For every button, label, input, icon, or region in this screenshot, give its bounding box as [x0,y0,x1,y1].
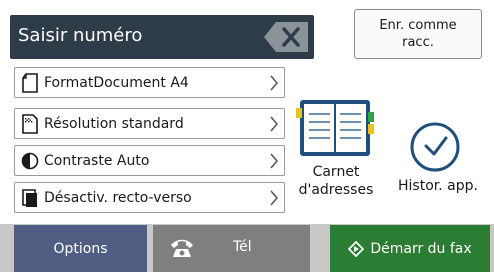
chevron-right-icon [270,75,278,91]
document-icon [22,72,38,93]
chevron-right-icon [270,190,278,206]
chevron-right-icon [270,116,278,132]
address-book-label[interactable]: Carnet d'adresses [286,163,386,199]
phone-icon [171,239,193,257]
clock-icon[interactable] [408,120,462,174]
setting-row-duplex[interactable]: Désactiv. recto-verso [14,182,285,213]
setting-label-duplex: Désactiv. recto-verso [44,189,192,206]
options-button[interactable]: Options [14,225,147,272]
tel-button[interactable]: Tél [153,225,310,272]
setting-row-document-size[interactable]: FormatDocument A4 [14,67,285,98]
chevron-right-icon [270,153,278,169]
setting-row-contrast[interactable]: Contraste Auto [14,145,285,176]
setting-row-resolution[interactable]: Résolution standard [14,108,285,139]
contrast-icon [21,152,39,169]
start-diamond-icon [348,240,365,257]
backspace-icon[interactable] [262,20,310,54]
start-fax-button[interactable]: Démarr du fax [330,225,490,272]
tel-label: Tél [233,239,252,255]
setting-label-document-size: FormatDocument A4 [44,74,189,91]
resolution-icon [22,113,38,134]
save-shortcut-label-line2: racc. [402,35,434,50]
setting-label-contrast: Contraste Auto [44,152,150,169]
call-history-label[interactable]: Histor. app. [386,178,490,194]
save-shortcut-button[interactable]: Enr. comme racc. [354,9,482,59]
start-fax-label: Démarr du fax [370,240,472,257]
address-book-icon[interactable] [296,98,376,158]
save-shortcut-label-line1: Enr. comme [379,18,457,33]
number-input-label: Saisir numéro [18,25,143,46]
duplex-icon [22,188,37,207]
setting-label-resolution: Résolution standard [44,115,184,132]
options-label: Options [53,240,108,257]
